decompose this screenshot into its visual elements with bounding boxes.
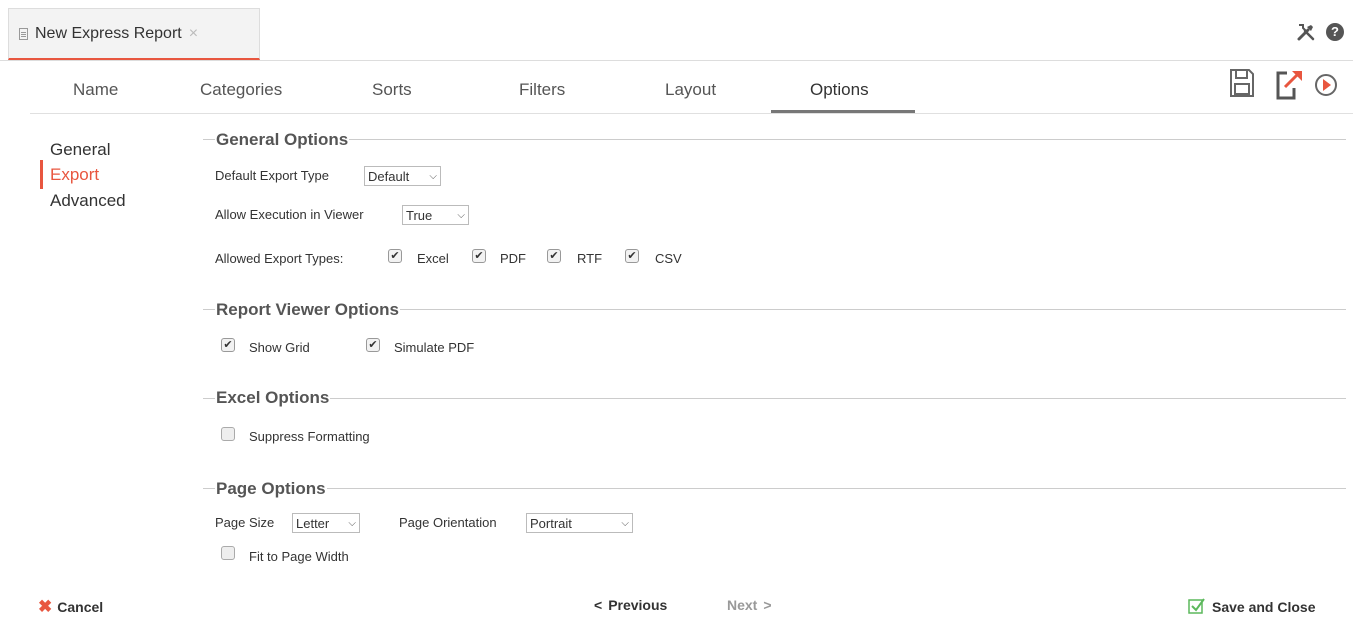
csv-checkbox[interactable]: ✔ <box>625 249 639 263</box>
page-size-value: Letter <box>296 515 330 531</box>
default-export-type-select[interactable]: Default ⌵ <box>364 166 441 186</box>
next-button[interactable]: Next > <box>727 597 772 613</box>
previous-label: Previous <box>608 597 668 613</box>
page-orientation-value: Portrait <box>530 515 572 531</box>
document-tab[interactable]: New Express Report × <box>8 8 260 60</box>
nav-active-indicator <box>40 160 43 189</box>
chevron-right-icon: > <box>763 597 772 613</box>
general-options-rule <box>203 139 1346 140</box>
cancel-label: Cancel <box>57 599 104 615</box>
tab-name[interactable]: Name <box>73 80 118 100</box>
save-and-close-label: Save and Close <box>1212 599 1316 615</box>
suppress-formatting-checkbox[interactable] <box>221 427 235 441</box>
tab-categories[interactable]: Categories <box>200 80 282 100</box>
fit-to-page-width-label: Fit to Page Width <box>249 549 349 564</box>
page-size-label: Page Size <box>215 515 275 530</box>
tab-layout[interactable]: Layout <box>665 80 716 100</box>
tabs-divider <box>30 113 1353 114</box>
nav-item-export[interactable]: Export <box>50 165 99 185</box>
save-icon[interactable] <box>1229 68 1255 98</box>
default-export-type-value: Default <box>368 168 410 184</box>
allow-execution-label: Allow Execution in Viewer <box>215 207 364 222</box>
check-icon <box>1188 598 1205 614</box>
export-icon[interactable] <box>1275 68 1305 100</box>
csv-label: CSV <box>655 251 682 266</box>
page-orientation-select[interactable]: Portrait ⌵ <box>526 513 633 533</box>
allow-execution-select[interactable]: True ⌵ <box>402 205 469 225</box>
excel-label: Excel <box>417 251 449 266</box>
page-options-rule <box>203 488 1346 489</box>
general-options-title: General Options <box>215 130 350 150</box>
close-tab-icon[interactable]: × <box>189 25 198 43</box>
tab-filters[interactable]: Filters <box>519 80 565 100</box>
save-and-close-button[interactable]: Save and Close <box>1188 597 1316 615</box>
chevron-left-icon: < <box>594 597 603 613</box>
chevron-down-icon: ⌵ <box>429 170 437 182</box>
next-label: Next <box>727 597 758 613</box>
chevron-down-icon: ⌵ <box>621 517 629 529</box>
suppress-formatting-label: Suppress Formatting <box>249 429 370 444</box>
simulate-pdf-label: Simulate PDF <box>394 340 475 355</box>
chevron-down-icon: ⌵ <box>457 209 465 221</box>
fit-to-page-width-checkbox[interactable] <box>221 546 235 560</box>
rtf-label: RTF <box>577 251 603 266</box>
pdf-checkbox[interactable]: ✔ <box>472 249 486 263</box>
excel-checkbox[interactable]: ✔ <box>388 249 402 263</box>
pdf-label: PDF <box>500 251 526 266</box>
tab-options[interactable]: Options <box>810 80 869 100</box>
chevron-down-icon: ⌵ <box>348 517 356 529</box>
page-orientation-label: Page Orientation <box>399 515 497 530</box>
excel-options-title: Excel Options <box>215 388 331 408</box>
allow-execution-value: True <box>406 207 433 223</box>
run-icon[interactable] <box>1314 68 1338 102</box>
report-viewer-options-title: Report Viewer Options <box>215 300 400 320</box>
default-export-type-label: Default Export Type <box>215 168 329 183</box>
report-document-icon <box>19 27 28 40</box>
show-grid-checkbox[interactable]: ✔ <box>221 338 235 352</box>
close-icon: ✖ <box>38 597 53 616</box>
excel-options-rule <box>203 398 1346 399</box>
previous-button[interactable]: < Previous <box>594 597 667 613</box>
nav-item-general[interactable]: General <box>50 140 110 160</box>
document-tab-title: New Express Report <box>35 24 182 42</box>
tools-icon[interactable] <box>1296 22 1320 42</box>
simulate-pdf-checkbox[interactable]: ✔ <box>366 338 380 352</box>
allowed-export-types-label: Allowed Export Types: <box>215 251 344 266</box>
page-options-title: Page Options <box>215 479 327 499</box>
page-size-select[interactable]: Letter ⌵ <box>292 513 360 533</box>
active-tab-indicator <box>771 110 915 113</box>
help-icon[interactable]: ? <box>1326 23 1344 41</box>
rtf-checkbox[interactable]: ✔ <box>547 249 561 263</box>
tab-sorts[interactable]: Sorts <box>372 80 412 100</box>
show-grid-label: Show Grid <box>249 340 310 355</box>
cancel-button[interactable]: ✖ Cancel <box>38 597 103 617</box>
nav-item-advanced[interactable]: Advanced <box>50 191 126 211</box>
